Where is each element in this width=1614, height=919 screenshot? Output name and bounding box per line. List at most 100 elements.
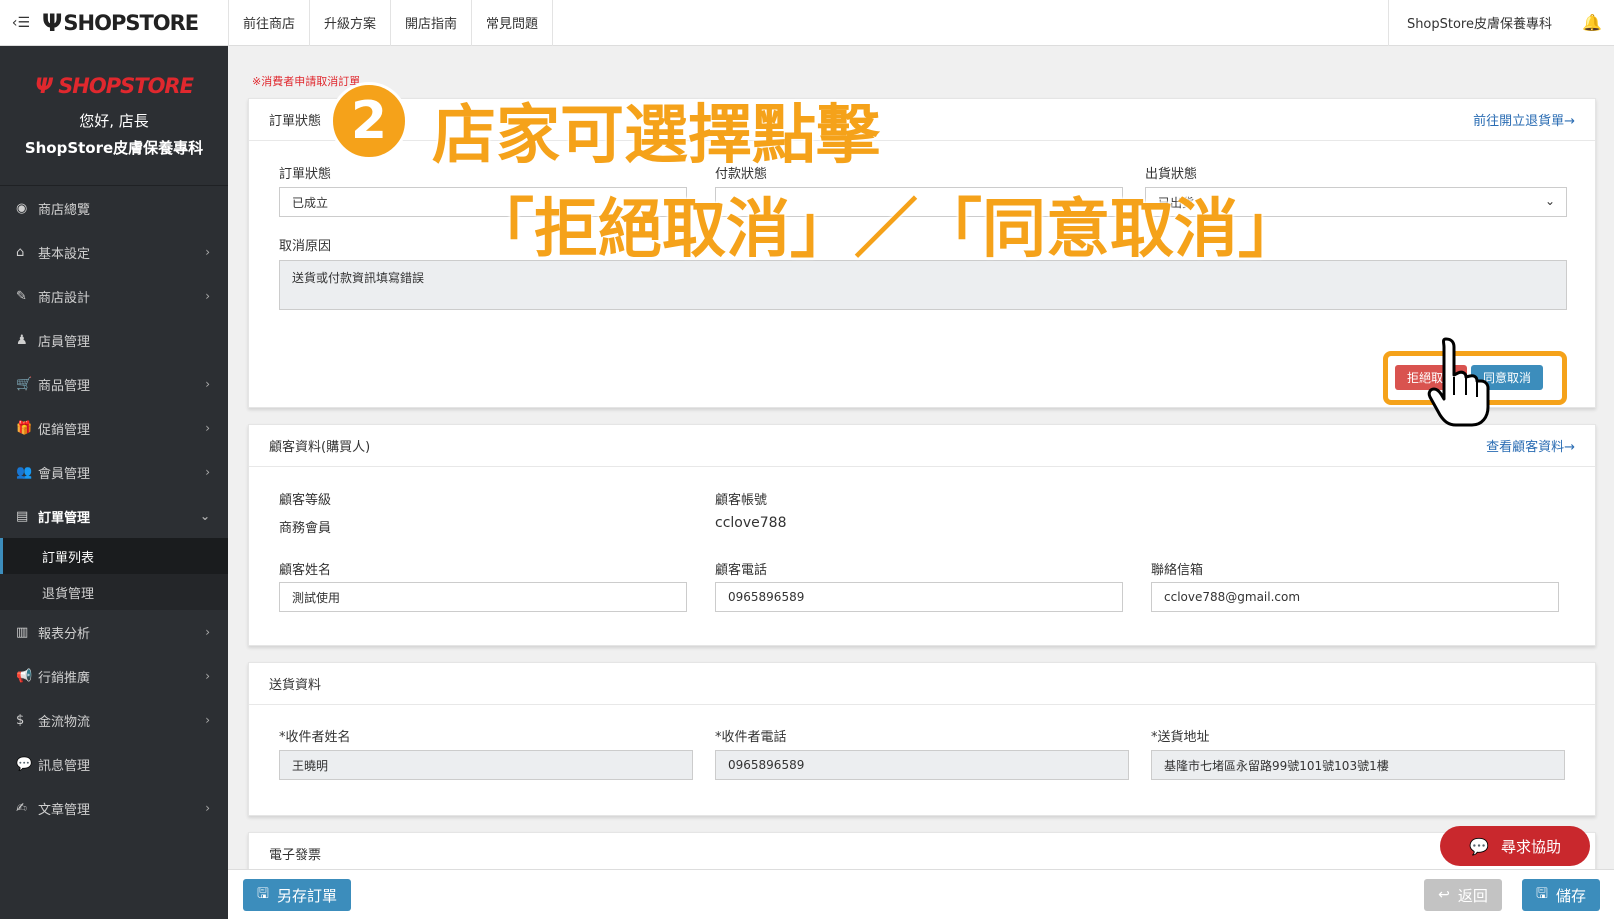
save-button[interactable]: 🖫 儲存 — [1522, 879, 1600, 911]
orders-submenu: 訂單列表 退貨管理 — [0, 538, 228, 610]
users-icon: 👥 — [16, 464, 33, 480]
chevron-right-icon: › — [205, 625, 210, 639]
chevron-right-icon: › — [205, 465, 210, 479]
card-title: 訂單狀態 — [269, 114, 322, 129]
sidebar-item-overview[interactable]: ◉ 商店總覽 — [0, 186, 228, 230]
bullhorn-icon: 📢 — [16, 668, 33, 684]
bar-chart-icon: ▥ — [16, 624, 29, 640]
hand-pointer-icon — [1427, 337, 1490, 427]
nav-faq[interactable]: 常見問題 — [472, 0, 554, 46]
recipient-phone-label: *收件者電話 — [715, 730, 787, 745]
customer-name-field[interactable]: 測試使用 — [279, 582, 687, 612]
recipient-name-field: 王曉明 — [279, 750, 693, 780]
dashboard-icon: ◉ — [16, 200, 28, 216]
sidebar-subitem-returns[interactable]: 退貨管理 — [0, 574, 228, 610]
top-bar: ‹☰ Ψ SHOPSTORE 前往商店 升級方案 開店指南 常見問題 ShopSt… — [0, 0, 1614, 46]
nav-guide[interactable]: 開店指南 — [391, 0, 473, 46]
top-nav: 前往商店 升級方案 開店指南 常見問題 — [228, 0, 554, 46]
customer-account-label: 顧客帳號 — [715, 493, 768, 508]
user-icon: ♟ — [16, 332, 28, 348]
sidebar: Ψ SHOPSTORE 您好, 店長 ShopStore皮膚保養專科 ◉ 商店總覽… — [0, 46, 228, 919]
recipient-name-label: *收件者姓名 — [279, 730, 351, 745]
card-title: 送貨資料 — [269, 678, 322, 693]
chevron-down-icon: ⌄ — [199, 509, 210, 523]
bottom-action-bar: 🖫 另存訂單 ↩ 返回 🖫 儲存 — [228, 869, 1614, 919]
chevron-right-icon: › — [205, 421, 210, 435]
edit-icon: ✍ — [16, 800, 27, 816]
greeting: 您好, 店長 — [79, 112, 149, 130]
customer-email-label: 聯絡信箱 — [1151, 563, 1204, 578]
card-title: 顧客資料(購買人) — [269, 440, 371, 455]
chevron-right-icon: › — [205, 289, 210, 303]
cancel-reason-label: 取消原因 — [279, 239, 332, 254]
magic-wand-icon: ✎ — [16, 288, 27, 304]
customer-level-label: 顧客等級 — [279, 493, 332, 508]
copy-icon: ▤ — [16, 508, 29, 524]
address-label: *送貨地址 — [1151, 730, 1210, 745]
sidebar-item-basic-settings[interactable]: ⌂ 基本設定 › — [0, 230, 228, 274]
sidebar-brand: Ψ SHOPSTORE 您好, 店長 ShopStore皮膚保養專科 — [0, 46, 228, 186]
sidebar-logo: Ψ SHOPSTORE — [35, 74, 194, 98]
nav-go-store[interactable]: 前往商店 — [229, 0, 311, 46]
sidebar-item-orders[interactable]: ▤ 訂單管理 ⌄ — [0, 494, 228, 538]
create-return-link[interactable]: 前往開立退貨單→ — [1473, 110, 1575, 129]
recipient-phone-field: 0965896589 — [715, 750, 1129, 780]
bell-icon[interactable]: 🔔 — [1570, 13, 1614, 32]
sidebar-item-reports[interactable]: ▥ 報表分析 › — [0, 610, 228, 654]
floppy-icon: 🖫 — [257, 886, 269, 902]
address-field: 基隆市七堵區永留路99號101號103號1樓 — [1151, 750, 1565, 780]
shipping-card: 送貨資料 *收件者姓名 王曉明 *收件者電話 0965896589 *送貨地址 … — [248, 662, 1596, 816]
main-content: ※消費者申請取消訂單 訂單狀態 前往開立退貨單→ 訂單狀態 已成立 付款狀態 出… — [228, 46, 1614, 919]
sidebar-item-members[interactable]: 👥 會員管理 › — [0, 450, 228, 494]
sidebar-item-marketing[interactable]: 📢 行銷推廣 › — [0, 654, 228, 698]
customer-level-value: 商務會員 — [279, 521, 332, 536]
chevron-right-icon: › — [205, 669, 210, 683]
card-title: 電子發票 — [269, 848, 322, 863]
sidebar-item-products[interactable]: 🛒 商品管理 › — [0, 362, 228, 406]
customer-phone-field[interactable]: 0965896589 — [715, 582, 1123, 612]
sidebar-toggle-icon[interactable]: ‹☰ — [0, 0, 42, 46]
help-button[interactable]: 💬 尋求協助 — [1440, 826, 1590, 866]
card-header: 送貨資料 — [249, 663, 1595, 705]
view-customer-link[interactable]: 查看顧客資料→ — [1486, 436, 1575, 455]
header-logo[interactable]: Ψ SHOPSTORE — [42, 0, 222, 46]
cancel-request-notice: ※消費者申請取消訂單 — [252, 75, 361, 88]
customer-name-label: 顧客姓名 — [279, 563, 332, 578]
chevron-right-icon: › — [205, 377, 210, 391]
chevron-right-icon: › — [205, 245, 210, 259]
customer-card: 顧客資料(購買人) 查看顧客資料→ 顧客等級 商務會員 顧客帳號 cclove7… — [248, 424, 1596, 646]
gift-icon: 🎁 — [16, 420, 33, 436]
save-as-order-button[interactable]: 🖫 另存訂單 — [243, 879, 351, 911]
reply-icon: ↩ — [1438, 887, 1450, 903]
sidebar-store-name: ShopStore皮膚保養專科 — [24, 139, 204, 157]
dollar-icon: $ — [16, 712, 25, 728]
customer-phone-label: 顧客電話 — [715, 563, 768, 578]
sidebar-item-store-design[interactable]: ✎ 商店設計 › — [0, 274, 228, 318]
bank-icon: ⌂ — [16, 244, 25, 260]
card-header: 顧客資料(購買人) 查看顧客資料→ — [249, 425, 1595, 467]
back-button[interactable]: ↩ 返回 — [1424, 879, 1502, 911]
chevron-right-icon: › — [205, 713, 210, 727]
top-right: ShopStore皮膚保養專科 🔔 — [1387, 0, 1614, 46]
sidebar-subitem-order-list[interactable]: 訂單列表 — [0, 538, 228, 574]
floppy-icon: 🖫 — [1536, 886, 1548, 902]
chevron-right-icon: › — [205, 801, 210, 815]
comments-icon: 💬 — [16, 756, 33, 772]
order-status-label: 訂單狀態 — [279, 167, 332, 182]
chevron-down-icon: ⌄ — [1545, 194, 1556, 208]
annotation-line-1: 店家可選擇點擊 — [432, 99, 880, 173]
step-number-badge: 2 — [330, 82, 408, 160]
annotation-line-2: 「拒絕取消」／「同意取消」 — [470, 193, 1302, 267]
chat-icon: 💬 — [1469, 836, 1489, 856]
sidebar-item-promotions[interactable]: 🎁 促銷管理 › — [0, 406, 228, 450]
customer-account-value: cclove788 — [715, 515, 787, 531]
nav-upgrade[interactable]: 升級方案 — [310, 0, 392, 46]
sidebar-item-staff[interactable]: ♟ 店員管理 — [0, 318, 228, 362]
sidebar-item-articles[interactable]: ✍ 文章管理 › — [0, 786, 228, 830]
cart-icon: 🛒 — [16, 376, 33, 392]
store-name-link[interactable]: ShopStore皮膚保養專科 — [1389, 13, 1570, 32]
logo-mark-icon: Ψ — [42, 8, 62, 37]
customer-email-field[interactable]: cclove788@gmail.com — [1151, 582, 1559, 612]
sidebar-item-messages[interactable]: 💬 訊息管理 — [0, 742, 228, 786]
sidebar-item-payment-logistics[interactable]: $ 金流物流 › — [0, 698, 228, 742]
